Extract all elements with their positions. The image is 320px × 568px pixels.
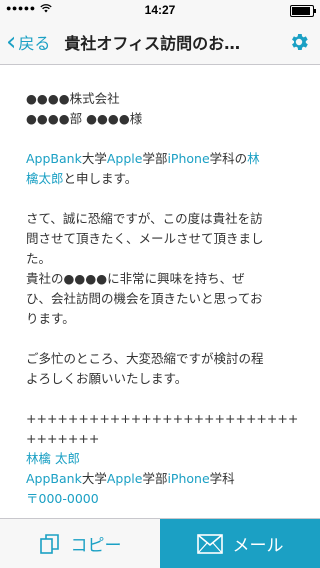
copy-icon — [39, 533, 59, 554]
gear-icon[interactable] — [288, 31, 310, 53]
signature-zip: 〒000-0000 — [26, 489, 294, 509]
link-iphone[interactable]: iPhone — [167, 471, 209, 486]
copy-button[interactable]: コピー — [0, 519, 160, 568]
page-title: 貴社オフィス訪問のお… — [64, 34, 241, 53]
recipient-company: ●●●●株式会社 — [26, 91, 120, 106]
link-appbank[interactable]: AppBank — [26, 471, 82, 486]
intro-line-2: 檎太郎と申します。 — [26, 169, 294, 189]
body-line: ります。 — [26, 311, 75, 326]
recipient-person: ●●●●部 ●●●●様 — [26, 111, 143, 126]
mail-button[interactable]: メール — [160, 519, 320, 568]
link-name[interactable]: 林檎 太郎 — [26, 451, 80, 466]
battery-icon — [290, 5, 316, 17]
body-line: 貴社の●●●●に非常に興味を持ち、ぜ — [26, 271, 245, 286]
copy-label: コピー — [70, 536, 122, 556]
body-line: よろしくお願いいたします。 — [26, 371, 188, 386]
status-time: 14:27 — [144, 3, 176, 17]
sig-text: 学科 — [209, 471, 235, 486]
link-name[interactable]: 檎太郎 — [26, 171, 64, 186]
mail-icon — [196, 533, 223, 554]
link-name[interactable]: 林 — [247, 151, 260, 166]
nav-bar: ‹ 戻る 貴社オフィス訪問のお… — [0, 20, 320, 65]
signature-school: AppBank大学Apple学部iPhone学科 — [26, 469, 294, 489]
link-zip[interactable]: 〒000-0000 — [26, 491, 99, 506]
intro-text: と申します。 — [63, 171, 138, 186]
email-body[interactable]: ●●●●株式会社 ●●●●部 ●●●●様 AppBank大学Apple学部iPh… — [0, 65, 320, 519]
body-line: 問させて頂きたく、メールさせて頂きまし — [26, 231, 264, 246]
body-line: ご多忙のところ、大変恐縮ですが検討の程 — [26, 351, 264, 366]
link-iphone[interactable]: iPhone — [167, 151, 209, 166]
intro-line-1: AppBank大学Apple学部iPhone学科の林 — [26, 149, 294, 169]
link-appbank[interactable]: AppBank — [26, 151, 82, 166]
signature-divider: ++++++++++++++++++++++++++ — [26, 411, 299, 426]
signature-name: 林檎 太郎 — [26, 449, 294, 469]
back-label: 戻る — [18, 34, 51, 53]
intro-text: 学科の — [209, 151, 248, 166]
mail-label: メール — [232, 536, 284, 556]
back-button[interactable]: ‹ 戻る — [6, 29, 50, 55]
intro-text: 大学 — [81, 151, 107, 166]
link-apple[interactable]: Apple — [107, 471, 143, 486]
body-line: さて、誠に恐縮ですが、この度は貴社を訪 — [26, 211, 263, 226]
link-apple[interactable]: Apple — [107, 151, 143, 166]
body-line: ひ、会社訪問の機会を頂きたいと思ってお — [26, 291, 263, 306]
body-line: た。 — [26, 251, 52, 266]
intro-text: 学部 — [142, 151, 168, 166]
bottom-toolbar: コピー メール — [0, 518, 320, 568]
sig-text: 学部 — [142, 471, 168, 486]
signature-divider: +++++++ — [26, 431, 100, 446]
sig-text: 大学 — [81, 471, 107, 486]
battery-level — [292, 7, 310, 15]
status-bar: ●●●●● 14:27 — [0, 0, 320, 20]
chevron-left-icon: ‹ — [6, 27, 17, 57]
